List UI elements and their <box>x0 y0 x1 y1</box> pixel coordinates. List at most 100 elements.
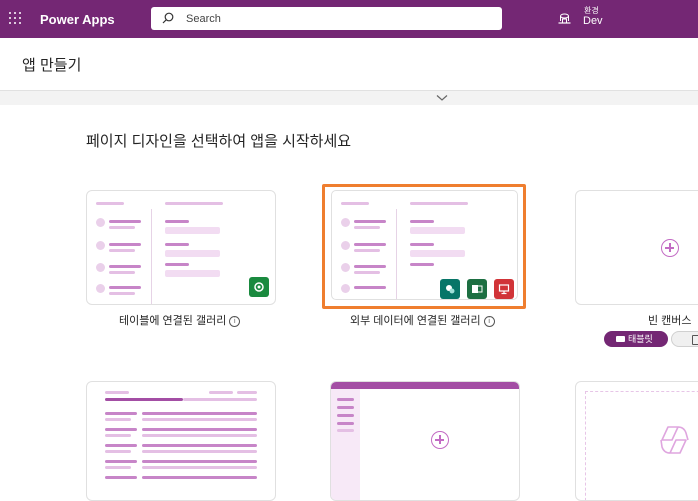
detail-line <box>165 220 189 223</box>
card-blank-canvas[interactable] <box>575 190 698 305</box>
detail-field <box>165 250 220 257</box>
list-item-line <box>109 286 141 289</box>
list-item-subline <box>354 271 380 274</box>
form-line <box>105 460 137 463</box>
list-item-line <box>354 220 386 223</box>
sql-icon <box>494 279 514 299</box>
sharepoint-icon <box>440 279 460 299</box>
divider <box>151 209 152 304</box>
form-line <box>142 412 257 415</box>
info-icon[interactable]: i <box>229 315 241 327</box>
form-line <box>209 391 233 394</box>
form-line <box>105 476 137 479</box>
page-title: 앱 만들기 <box>22 57 82 74</box>
detail-line <box>410 220 434 223</box>
excel-icon <box>467 279 487 299</box>
environment-value[interactable]: Dev <box>583 15 603 27</box>
divider <box>396 209 397 299</box>
app-launcher-icon[interactable] <box>9 12 23 26</box>
list-item-dot <box>341 241 350 250</box>
detail-field <box>410 227 465 234</box>
tablet-chip[interactable]: 태블릿 <box>604 331 668 347</box>
card-label: 테이블에 연결된 갤러리 i <box>119 312 241 328</box>
collapse-band[interactable] <box>0 91 698 105</box>
copilot-icon <box>660 426 689 454</box>
form-line <box>142 460 257 463</box>
card-label-text: 외부 데이터에 연결된 갤러리 <box>350 315 481 327</box>
search-icon <box>162 12 174 24</box>
card-template-copilot[interactable] <box>575 381 698 501</box>
form-line <box>105 428 137 431</box>
form-line <box>142 418 257 421</box>
list-item-dot <box>96 218 105 227</box>
environment-icon[interactable] <box>557 11 572 26</box>
list-item-dot <box>341 218 350 227</box>
form-line <box>105 412 137 415</box>
plus-icon <box>661 239 679 257</box>
list-header-line <box>96 202 124 205</box>
sidebar-line <box>337 422 354 425</box>
form-line <box>105 391 129 394</box>
form-line <box>142 444 257 447</box>
form-line <box>142 434 257 437</box>
detail-field <box>410 250 465 257</box>
card-preview <box>331 190 518 300</box>
info-icon[interactable]: i <box>483 315 495 327</box>
list-item-dot <box>96 284 105 293</box>
card-table-gallery[interactable] <box>86 190 276 305</box>
chevron-down-icon[interactable] <box>436 94 448 102</box>
form-line <box>105 418 131 421</box>
list-item-dot <box>96 241 105 250</box>
list-item-dot <box>341 284 350 293</box>
tablet-chip-label: 태블릿 <box>628 334 653 344</box>
form-line <box>105 450 131 453</box>
list-item-line <box>109 220 141 223</box>
list-item-subline <box>109 226 135 229</box>
card-external-gallery-selected[interactable] <box>322 184 526 309</box>
app-name[interactable]: Power Apps <box>40 12 115 27</box>
list-item-subline <box>109 271 135 274</box>
form-line <box>105 434 131 437</box>
card-label: 빈 캔버스 <box>648 315 692 327</box>
sidebar-line <box>337 406 354 409</box>
card-template-form[interactable] <box>86 381 276 501</box>
sidebar-line <box>337 414 354 417</box>
form-line <box>142 466 257 469</box>
phone-chip[interactable] <box>671 331 698 347</box>
detail-field <box>165 227 220 234</box>
form-line <box>142 476 257 479</box>
list-header-line <box>410 202 468 205</box>
card-label-text: 테이블에 연결된 갤러리 <box>119 315 227 327</box>
list-item-dot <box>341 263 350 272</box>
list-item-line <box>354 286 386 289</box>
detail-line <box>410 243 434 246</box>
list-item-line <box>109 265 141 268</box>
list-item-subline <box>354 226 380 229</box>
section-heading: 페이지 디자인을 선택하여 앱을 시작하세요 <box>86 133 352 150</box>
plus-icon <box>431 431 449 449</box>
card-label: 외부 데이터에 연결된 갤러리 i <box>350 312 495 328</box>
top-bar: Power Apps 환경 Dev <box>0 0 698 38</box>
list-item-subline <box>354 249 380 252</box>
list-header-line <box>165 202 223 205</box>
list-header-line <box>341 202 369 205</box>
sidebar-line <box>337 398 354 401</box>
form-line <box>183 398 257 401</box>
list-item-line <box>109 243 141 246</box>
dataverse-icon <box>249 277 269 297</box>
list-item-subline <box>109 292 135 295</box>
list-item-dot <box>96 263 105 272</box>
template-header-bar <box>331 382 519 389</box>
sidebar-line <box>337 429 354 432</box>
list-item-line <box>354 265 386 268</box>
form-line <box>105 444 137 447</box>
form-line <box>142 450 257 453</box>
list-item-subline <box>109 249 135 252</box>
search-box[interactable] <box>151 7 502 30</box>
detail-field <box>165 270 220 277</box>
card-template-sidebar[interactable] <box>330 381 520 501</box>
form-line <box>142 428 257 431</box>
search-input[interactable] <box>184 10 488 28</box>
phone-icon <box>692 335 698 345</box>
detail-line <box>165 243 189 246</box>
